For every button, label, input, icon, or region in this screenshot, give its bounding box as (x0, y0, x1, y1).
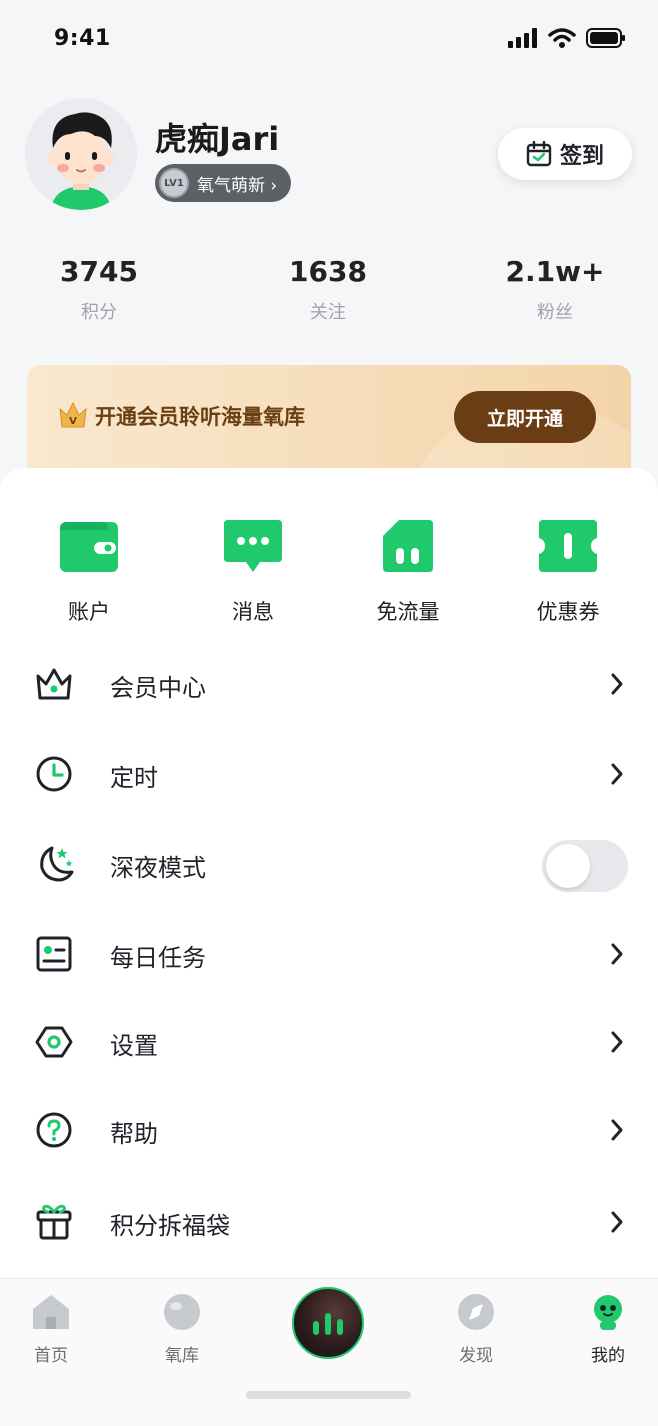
tab-label: 我的 (591, 1346, 625, 1366)
tab-discover[interactable]: 发现 (436, 1293, 516, 1366)
main-card: 账户 消息 免流量 优惠券 会员中心 定时 深夜模式 每日任务 设置 帮助 积分… (0, 468, 658, 1278)
menu-item-label: 定时 (110, 764, 158, 792)
stat-points[interactable]: 3745 积分 (19, 255, 179, 324)
chevron-right-icon (611, 943, 623, 965)
chevron-right-icon (611, 673, 623, 695)
quick-action-label: 优惠券 (536, 600, 600, 624)
vip-crown-icon: V (59, 401, 87, 428)
menu-item-label: 设置 (110, 1032, 158, 1060)
vip-open-button[interactable]: 立即开通 (454, 391, 596, 443)
clock-icon (36, 756, 72, 792)
stat-label: 积分 (81, 302, 117, 323)
stat-followers[interactable]: 2.1w+ 粉丝 (475, 255, 635, 324)
status-time: 9:41 (54, 26, 111, 51)
quick-action-message[interactable]: 消息 (188, 518, 318, 626)
menu-item-label: 深夜模式 (110, 854, 206, 882)
menu-item-daily-tasks[interactable]: 每日任务 (0, 910, 658, 998)
menu-item-label: 积分拆福袋 (110, 1212, 230, 1240)
bottom-tab-bar: 首页 氧库 发现 我的 (0, 1278, 658, 1426)
stat-value: 2.1w+ (505, 255, 605, 288)
help-icon (36, 1112, 72, 1148)
task-card-icon (36, 936, 72, 972)
stat-label: 粉丝 (537, 302, 573, 323)
gift-icon (36, 1204, 72, 1240)
message-icon (224, 520, 282, 572)
tab-label: 发现 (459, 1346, 493, 1366)
chevron-right-icon (611, 1211, 623, 1233)
menu-item-vip-center[interactable]: 会员中心 (0, 640, 658, 728)
checkin-label: 签到 (559, 144, 604, 169)
level-title: 氧气萌新 › (197, 175, 278, 196)
level-coin-icon: LV1 (159, 168, 189, 198)
now-playing-button[interactable] (292, 1287, 364, 1359)
menu-item-lucky-bag[interactable]: 积分拆福袋 (0, 1178, 658, 1266)
hexagon-settings-icon (35, 1026, 73, 1058)
crown-icon (36, 668, 72, 700)
status-icons (508, 28, 626, 48)
sim-card-icon (383, 520, 433, 572)
tab-label: 首页 (34, 1346, 68, 1366)
tab-home[interactable]: 首页 (11, 1293, 91, 1366)
stat-value: 1638 (289, 255, 367, 288)
planet-icon (164, 1294, 200, 1330)
tab-mine[interactable]: 我的 (568, 1293, 648, 1366)
quick-action-label: 消息 (232, 600, 274, 624)
calendar-check-icon (526, 141, 552, 167)
quick-actions: 账户 消息 免流量 优惠券 (0, 518, 658, 628)
wifi-icon (548, 28, 576, 48)
menu-item-night-mode: 深夜模式 (0, 820, 658, 908)
checkin-button[interactable]: 签到 (498, 128, 632, 180)
quick-action-account[interactable]: 账户 (24, 518, 154, 626)
night-mode-toggle[interactable] (542, 840, 628, 892)
moon-icon (40, 846, 74, 882)
home-indicator (246, 1391, 411, 1399)
menu-item-label: 会员中心 (110, 674, 206, 702)
menu-item-timer[interactable]: 定时 (0, 730, 658, 818)
stat-label: 关注 (310, 302, 346, 323)
level-badge[interactable]: LV1 氧气萌新 › (155, 164, 292, 202)
stat-following[interactable]: 1638 关注 (248, 255, 408, 324)
status-bar: 9:41 (0, 0, 658, 80)
vip-crown-letter: V (69, 416, 77, 427)
mascot-icon (594, 1295, 622, 1330)
audio-bars-icon (313, 1313, 343, 1335)
quick-action-free-data[interactable]: 免流量 (343, 518, 473, 626)
vip-text: 开通会员聆听海量氧库 (95, 405, 305, 429)
chevron-right-icon (611, 1119, 623, 1141)
nickname: 虎痴Jari (155, 120, 280, 158)
home-icon (33, 1295, 69, 1329)
coupon-icon (539, 520, 597, 572)
quick-action-label: 免流量 (376, 600, 440, 624)
quick-action-coupon[interactable]: 优惠券 (503, 518, 633, 626)
profile-header: 虎痴Jari LV1 氧气萌新 › 签到 (25, 98, 635, 213)
tab-library[interactable]: 氧库 (142, 1293, 222, 1366)
stat-value: 3745 (60, 255, 138, 288)
menu-item-label: 每日任务 (110, 944, 206, 972)
chevron-right-icon (611, 763, 623, 785)
stats-row: 3745 积分 1638 关注 2.1w+ 粉丝 (0, 255, 658, 335)
toggle-knob (546, 844, 590, 888)
menu-item-settings[interactable]: 设置 (0, 998, 658, 1086)
avatar[interactable] (25, 98, 137, 210)
compass-icon (458, 1294, 494, 1330)
avatar-illustration (25, 98, 137, 210)
battery-icon (586, 28, 625, 48)
menu-item-label: 帮助 (110, 1120, 158, 1148)
signal-icon (508, 28, 537, 48)
tab-label: 氧库 (165, 1346, 199, 1366)
menu-item-help[interactable]: 帮助 (0, 1086, 658, 1174)
wallet-icon (60, 522, 118, 572)
chevron-right-icon (611, 1031, 623, 1053)
quick-action-label: 账户 (68, 600, 110, 624)
